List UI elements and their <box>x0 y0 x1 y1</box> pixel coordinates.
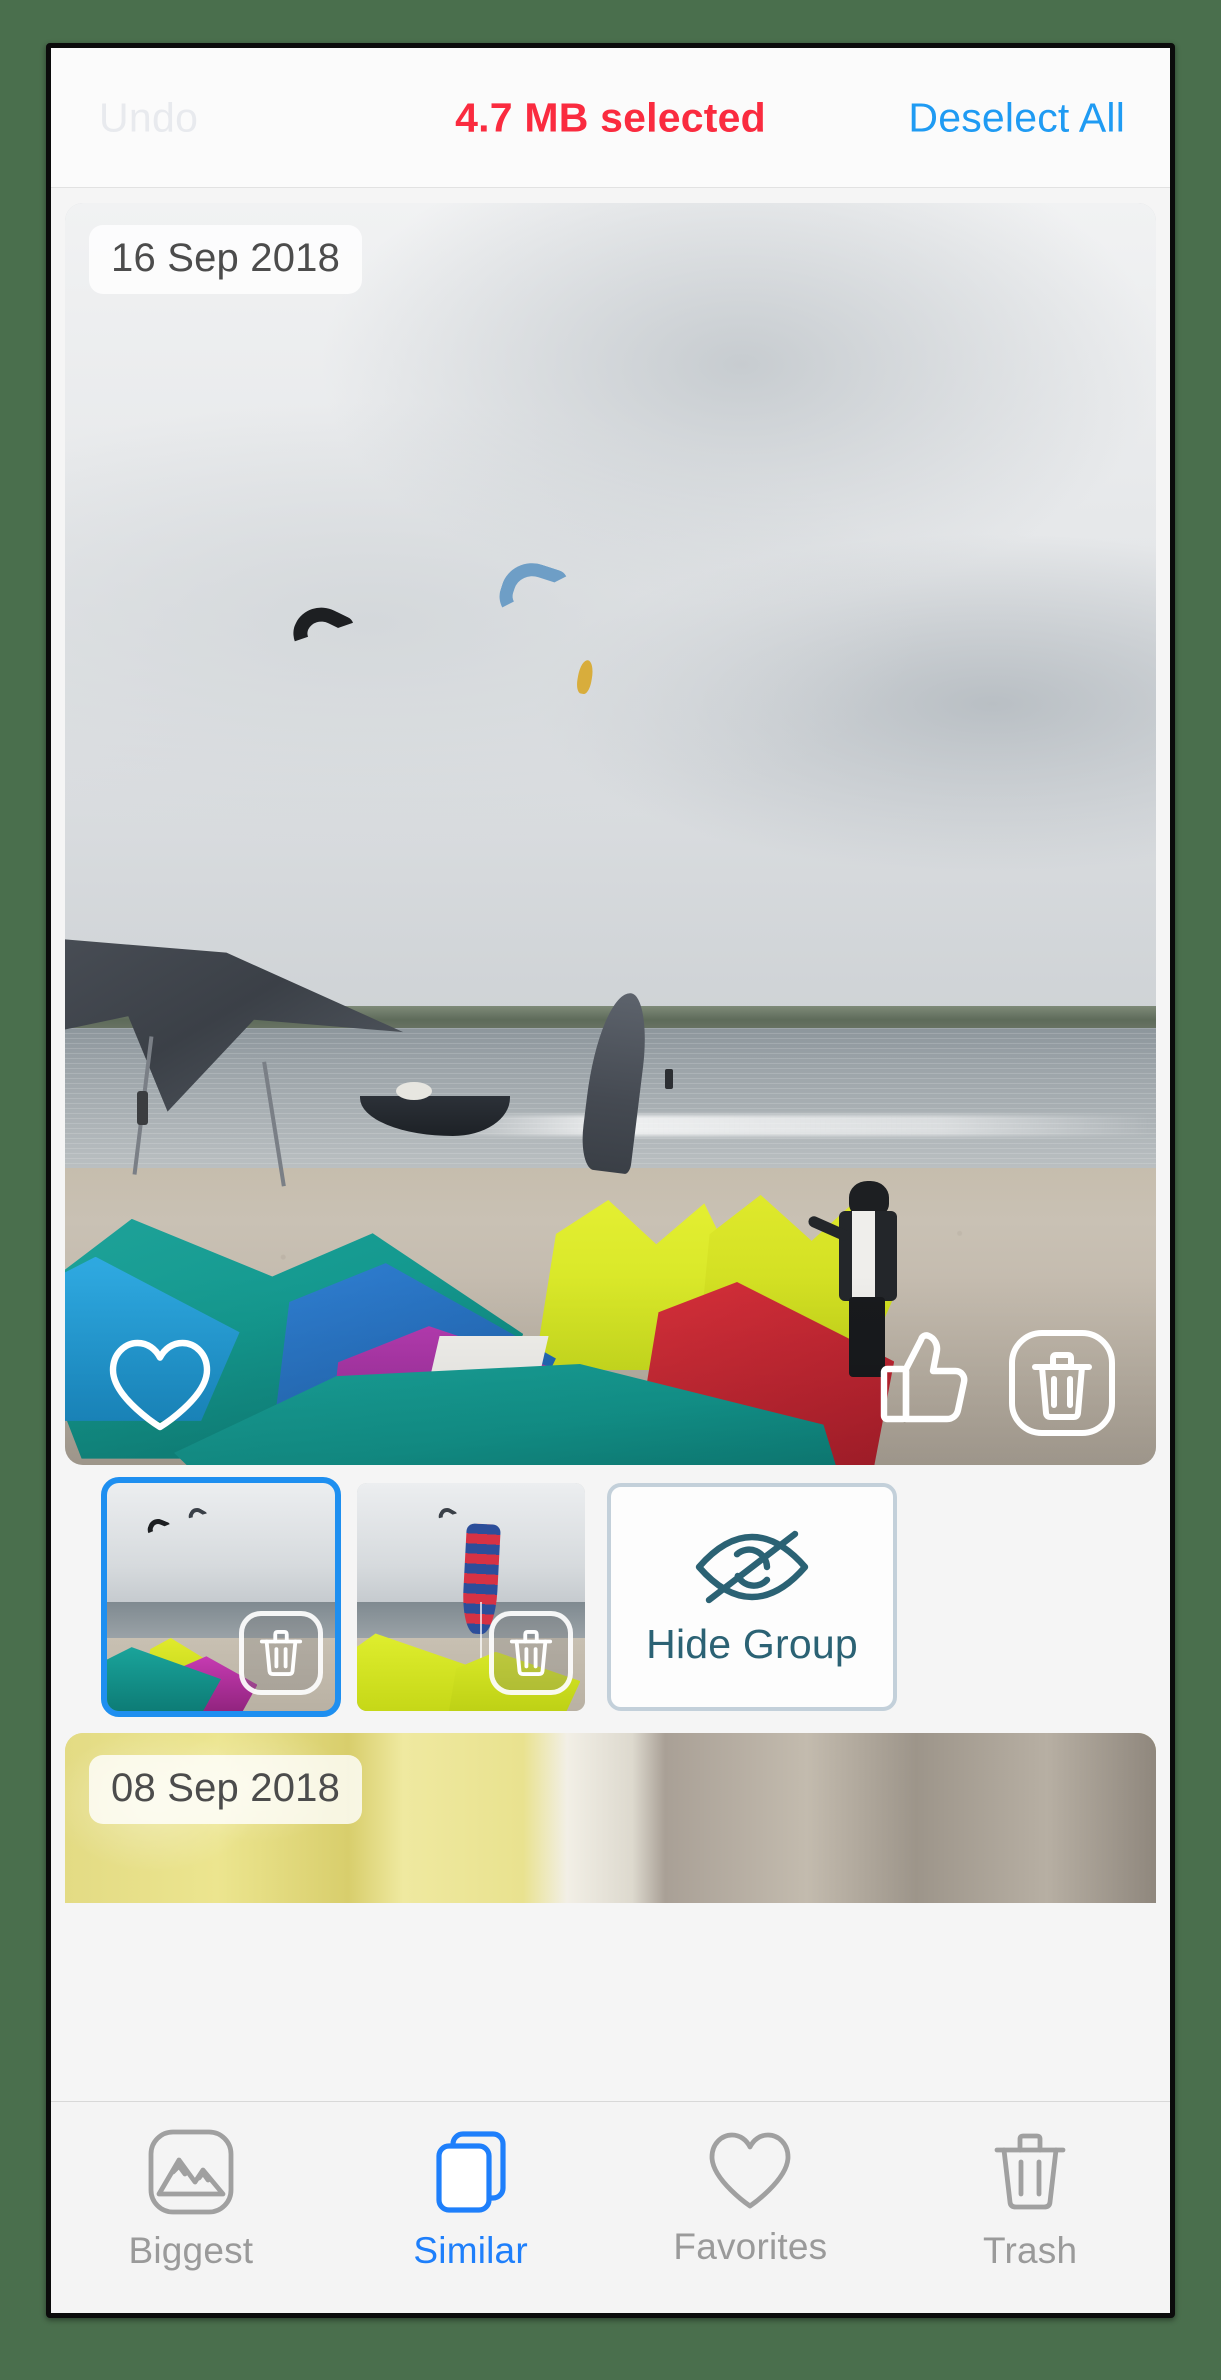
second-photo-card[interactable]: 08 Sep 2018 <box>65 1733 1156 1903</box>
thumbnail-strip: Hide Group <box>51 1465 1170 1717</box>
trash-icon <box>986 2128 1074 2216</box>
thumbnail-1[interactable] <box>101 1477 341 1717</box>
content-scroll-area[interactable]: 16 Sep 2018 Hide Group 08 Sep 2018 <box>51 189 1170 2313</box>
tab-trash-label: Trash <box>983 2230 1078 2271</box>
second-date-badge: 08 Sep 2018 <box>89 1755 363 1824</box>
trash-icon[interactable] <box>489 1611 573 1695</box>
tab-similar[interactable]: Similar <box>331 2102 611 2313</box>
phone-frame: Undo 4.7 MB selected Deselect All 16 Sep… <box>46 43 1175 2318</box>
mountain-icon <box>147 2128 235 2216</box>
distant-person-decor <box>137 1091 148 1126</box>
trash-icon[interactable] <box>1008 1329 1116 1437</box>
hide-group-button[interactable]: Hide Group <box>607 1483 897 1711</box>
deselect-all-button[interactable]: Deselect All <box>908 94 1125 141</box>
hero-photo-card[interactable]: 16 Sep 2018 <box>65 203 1156 1465</box>
hero-date-badge: 16 Sep 2018 <box>89 225 363 294</box>
stacked-cards-icon <box>427 2128 515 2216</box>
tab-trash[interactable]: Trash <box>890 2102 1170 2313</box>
thumbnail-2[interactable] <box>357 1483 585 1711</box>
distant-kitesurfer-decor <box>665 1068 674 1089</box>
bottom-tab-bar: Biggest Similar Favorites Trash <box>51 2101 1170 2313</box>
tab-biggest[interactable]: Biggest <box>51 2102 331 2313</box>
tab-favorites-label: Favorites <box>673 2226 828 2267</box>
heart-icon[interactable] <box>107 1337 213 1433</box>
thumbs-up-icon[interactable] <box>878 1327 970 1427</box>
surf-foam-layer <box>435 1115 1156 1136</box>
top-toolbar: Undo 4.7 MB selected Deselect All <box>51 48 1170 188</box>
hide-group-label: Hide Group <box>646 1620 858 1667</box>
tab-biggest-label: Biggest <box>128 2230 254 2271</box>
eye-slash-icon <box>693 1527 811 1605</box>
sky-layer <box>65 203 1156 1011</box>
heart-icon <box>706 2128 794 2212</box>
trash-icon[interactable] <box>239 1611 323 1695</box>
hero-action-bar <box>65 1275 1156 1465</box>
tab-similar-label: Similar <box>413 2230 528 2271</box>
tab-favorites[interactable]: Favorites <box>611 2102 891 2313</box>
